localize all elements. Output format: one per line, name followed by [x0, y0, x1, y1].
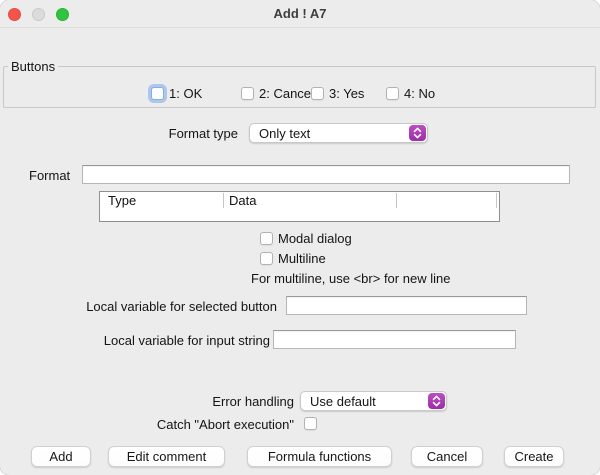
table-column-divider: [496, 193, 497, 208]
type-data-table[interactable]: Type Data: [99, 191, 500, 222]
multiline-hint: For multiline, use <br> for new line: [251, 271, 450, 286]
dialog-window: Add ! A7 Buttons 1: OK 2: Cancel 3: Yes …: [0, 0, 600, 475]
checkbox-box: [260, 232, 273, 245]
checkbox-4-no[interactable]: 4: No: [386, 86, 435, 100]
checkbox-box: [260, 252, 273, 265]
buttons-group-label: Buttons: [8, 59, 58, 74]
chevron-up-down-icon: [409, 125, 426, 141]
cancel-button[interactable]: Cancel: [411, 446, 483, 467]
error-handling-label: Error handling: [186, 394, 294, 409]
error-handling-popup[interactable]: Use default: [300, 391, 447, 411]
checkbox-label: 4: No: [404, 86, 435, 101]
checkbox-box: [151, 87, 164, 100]
table-header-data: Data: [229, 193, 256, 208]
multiline-checkbox[interactable]: Multiline: [260, 251, 326, 265]
checkbox-2-cancel[interactable]: 2: Cancel: [241, 86, 314, 100]
checkbox-box: [311, 87, 324, 100]
checkbox-label: 2: Cancel: [259, 86, 314, 101]
checkbox-label: 3: Yes: [329, 86, 364, 101]
popup-value: Only text: [259, 126, 310, 141]
format-type-popup[interactable]: Only text: [249, 123, 428, 143]
table-column-divider: [396, 193, 397, 208]
checkbox-box: [241, 87, 254, 100]
format-type-label: Format type: [138, 126, 238, 141]
checkbox-label: Multiline: [278, 251, 326, 266]
format-input[interactable]: [82, 165, 570, 184]
checkbox-label: Modal dialog: [278, 231, 352, 246]
table-header-type: Type: [108, 193, 136, 208]
local-var-input-string-label: Local variable for input string: [57, 333, 270, 348]
local-var-selected-button-label: Local variable for selected button: [57, 299, 277, 314]
checkbox-3-yes[interactable]: 3: Yes: [311, 86, 364, 100]
modal-dialog-checkbox[interactable]: Modal dialog: [260, 231, 352, 245]
table-column-divider: [223, 193, 224, 208]
checkbox-box: [304, 417, 317, 430]
edit-comment-button[interactable]: Edit comment: [108, 446, 225, 467]
add-button[interactable]: Add: [31, 446, 91, 467]
catch-abort-label: Catch "Abort execution": [134, 417, 294, 432]
popup-value: Use default: [310, 394, 376, 409]
local-var-input-string-input[interactable]: [273, 330, 516, 349]
checkbox-label: 1: OK: [169, 86, 202, 101]
local-var-selected-button-input[interactable]: [286, 296, 527, 315]
titlebar: Add ! A7: [0, 0, 600, 28]
checkbox-1-ok[interactable]: 1: OK: [151, 86, 202, 100]
create-button[interactable]: Create: [504, 446, 564, 467]
catch-abort-checkbox[interactable]: [304, 416, 317, 430]
checkbox-box: [386, 87, 399, 100]
formula-functions-button[interactable]: Formula functions: [247, 446, 392, 467]
format-label: Format: [29, 168, 70, 183]
chevron-up-down-icon: [428, 393, 445, 409]
window-title: Add ! A7: [0, 6, 600, 21]
